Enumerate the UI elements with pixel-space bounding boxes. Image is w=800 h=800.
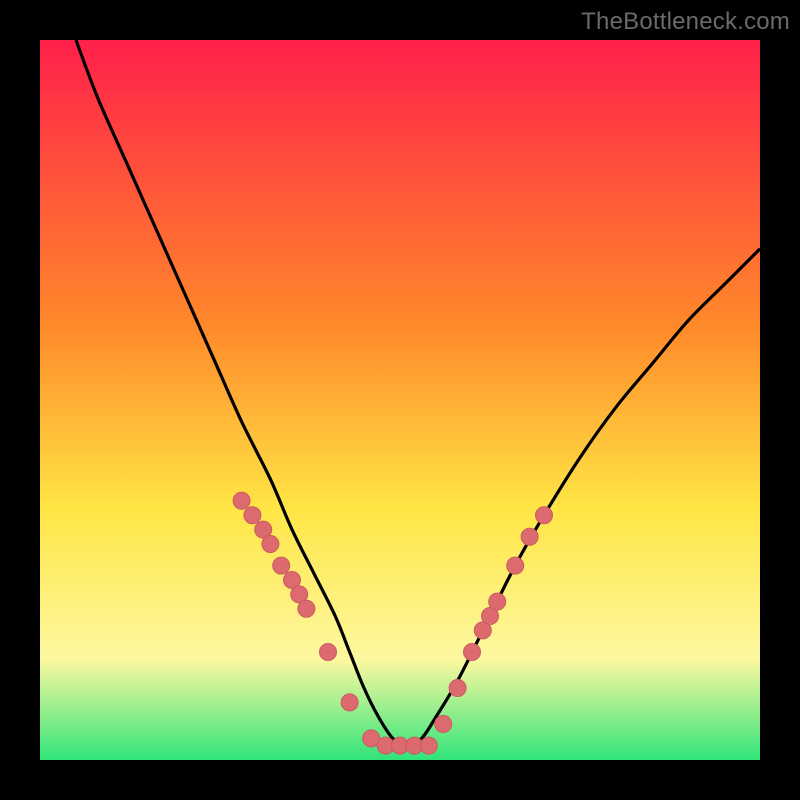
gradient-background (40, 40, 760, 760)
highlight-dot (273, 557, 290, 574)
highlight-dot (320, 644, 337, 661)
highlight-dot (464, 644, 481, 661)
highlight-dot (507, 557, 524, 574)
highlight-dot (449, 680, 466, 697)
highlight-dot (262, 536, 279, 553)
highlight-dot (536, 507, 553, 524)
highlight-dot (420, 737, 437, 754)
highlight-dot (521, 528, 538, 545)
chart-svg (40, 40, 760, 760)
watermark-label: TheBottleneck.com (581, 8, 790, 36)
outer-frame: TheBottleneck.com (0, 0, 800, 800)
highlight-dot (341, 694, 358, 711)
plot-area (40, 40, 760, 760)
highlight-dot (244, 507, 261, 524)
highlight-dot (233, 492, 250, 509)
highlight-dot (489, 593, 506, 610)
highlight-dot (298, 600, 315, 617)
highlight-dot (435, 716, 452, 733)
